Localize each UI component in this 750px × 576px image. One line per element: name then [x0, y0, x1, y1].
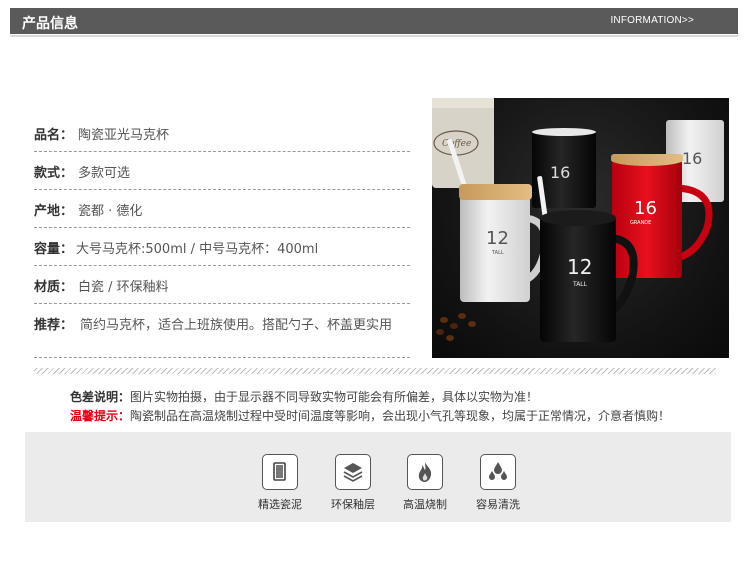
mug-number-black-back: 16 [550, 163, 570, 182]
spec-value: 白瓷 / 环保釉料 [78, 280, 169, 295]
note-label: 色差说明： [70, 390, 131, 404]
spec-value: 大号马克杯:500ml / 中号马克杯：400ml [76, 242, 319, 257]
water-drops-icon [480, 454, 516, 490]
mug-size-grande: GRANDE [630, 220, 651, 226]
fire-icon [407, 454, 443, 490]
spec-row-name: 品名： 陶瓷亚光马克杯 [34, 114, 410, 152]
mug-number-black-front: 12 [567, 255, 592, 279]
layers-icon [335, 454, 371, 490]
spec-label: 款式： [34, 166, 74, 181]
feature-label: 容易清洗 [476, 498, 520, 511]
product-photo: Coffee 16 16 16 GRANDE 12 TALL 12 TALL [432, 98, 729, 358]
spec-label: 推荐： [34, 318, 74, 333]
mug-number-white-back: 16 [682, 149, 702, 168]
spec-row-recommend: 推荐： 简约马克杯，适合上班族使用。搭配勺子、杯盖更实用 [34, 304, 410, 358]
feature-clean: 容易清洗 [463, 454, 533, 512]
section-header: 产品信息 INFORMATION>> [10, 8, 738, 34]
striped-divider [34, 368, 716, 374]
information-link[interactable]: INFORMATION>> [610, 15, 694, 26]
mug-number-red: 16 [634, 198, 657, 219]
features-panel: 精选瓷泥 环保釉层 高温烧制 容易清洗 [25, 432, 731, 522]
feature-clay: 精选瓷泥 [245, 454, 315, 512]
mug-number-white-front: 12 [486, 228, 509, 249]
spec-row-origin: 产地： 瓷都 · 德化 [34, 190, 410, 228]
spec-value: 瓷都 · 德化 [78, 204, 143, 219]
note-label: 温馨提示： [70, 409, 131, 423]
section-title: 产品信息 [22, 16, 78, 32]
mug-size-tall-black: TALL [572, 281, 588, 288]
feature-firing: 高温烧制 [390, 454, 460, 512]
warm-tip-note: 温馨提示：陶瓷制品在高温烧制过程中受时间温度等影响，会出现小气孔等现象，均属于正… [70, 407, 670, 424]
mugs-illustration: Coffee 16 16 16 GRANDE 12 TALL 12 TALL [432, 98, 724, 342]
note-text: 图片实物拍摄，由于显示器不同导致实物可能会有所偏差，具体以实物为准！ [130, 390, 539, 404]
feature-glaze: 环保釉层 [318, 454, 388, 512]
spec-row-material: 材质： 白瓷 / 环保釉料 [34, 266, 410, 304]
color-difference-note: 色差说明：图片实物拍摄，由于显示器不同导致实物可能会有所偏差，具体以实物为准！ [70, 388, 538, 405]
note-text: 陶瓷制品在高温烧制过程中受时间温度等影响，会出现小气孔等现象，均属于正常情况，介… [130, 409, 671, 423]
header-divider [10, 35, 738, 37]
spec-value: 简约马克杯，适合上班族使用。搭配勺子、杯盖更实用 [80, 318, 393, 333]
feature-label: 精选瓷泥 [258, 498, 302, 511]
spec-label: 品名： [34, 128, 74, 143]
mug-size-tall-white: TALL [491, 250, 504, 256]
spec-label: 材质： [34, 280, 74, 295]
spec-label: 容量： [34, 242, 74, 257]
feature-label: 高温烧制 [403, 498, 447, 511]
mug-icon [262, 454, 298, 490]
canister-text: Coffee [442, 139, 471, 149]
feature-label: 环保釉层 [331, 498, 375, 511]
spec-value: 陶瓷亚光马克杯 [78, 128, 170, 143]
spec-row-style: 款式： 多款可选 [34, 152, 410, 190]
spec-label: 产地： [34, 204, 74, 219]
spec-row-capacity: 容量： 大号马克杯:500ml / 中号马克杯：400ml [34, 228, 410, 266]
spec-value: 多款可选 [78, 166, 131, 181]
